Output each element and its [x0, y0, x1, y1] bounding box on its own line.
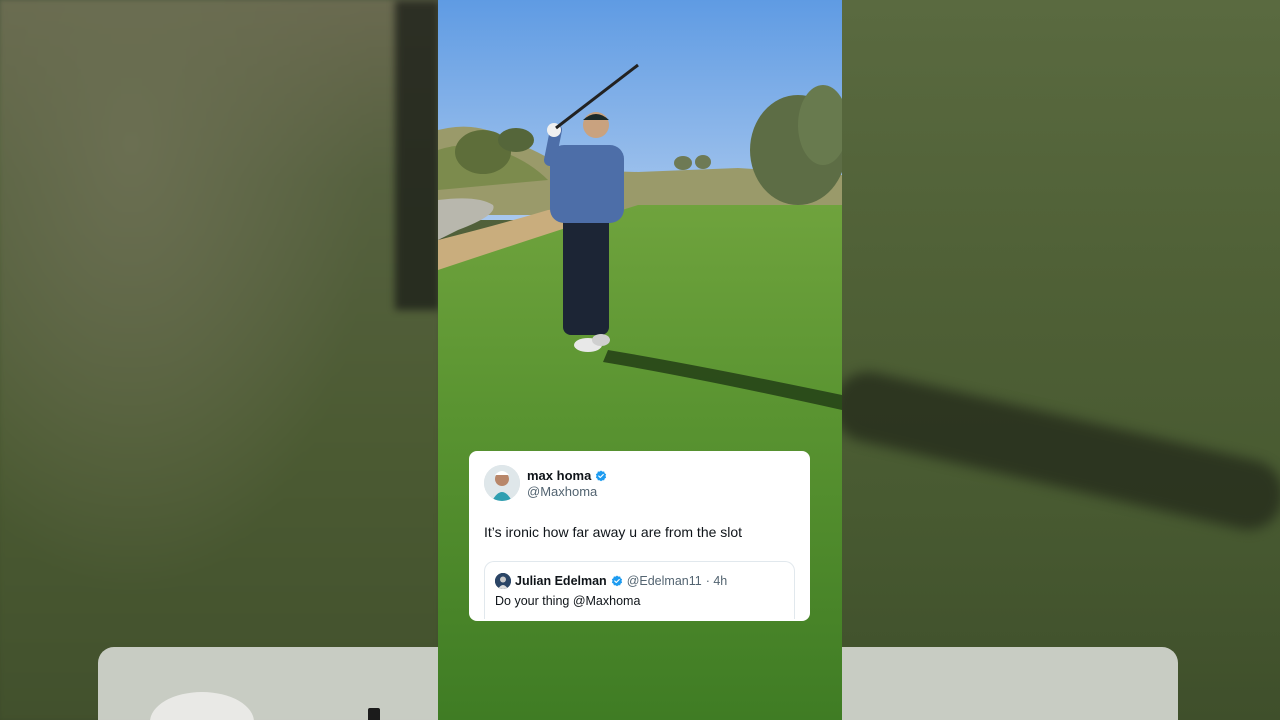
- quoted-header: Julian Edelman @Edelman11 · 4h: [495, 573, 727, 589]
- quoted-author-name[interactable]: Julian Edelman: [515, 574, 607, 588]
- blurred-figure: [395, 0, 440, 310]
- blurred-right-panel: [842, 0, 1280, 720]
- avatar[interactable]: [484, 465, 520, 501]
- verified-badge-icon: [611, 575, 622, 587]
- author-name-row[interactable]: max homa: [527, 468, 607, 483]
- quoted-tweet[interactable]: Julian Edelman @Edelman11 · 4h Do your t…: [484, 561, 795, 619]
- avatar[interactable]: [495, 573, 511, 589]
- quoted-text: Do your thing @Maxhoma: [495, 594, 641, 608]
- author-name: max homa: [527, 468, 592, 483]
- quoted-author-handle[interactable]: @Edelman11: [627, 574, 702, 588]
- blurred-text: [368, 708, 380, 720]
- verified-badge-icon: [596, 470, 607, 481]
- tweet-card[interactable]: max homa @Maxhoma It’s ironic how far aw…: [469, 451, 810, 621]
- blurred-left-panel: [0, 0, 438, 720]
- author-handle[interactable]: @Maxhoma: [527, 484, 597, 499]
- quoted-timestamp: · 4h: [705, 574, 728, 588]
- tweet-text: It’s ironic how far away u are from the …: [484, 524, 743, 540]
